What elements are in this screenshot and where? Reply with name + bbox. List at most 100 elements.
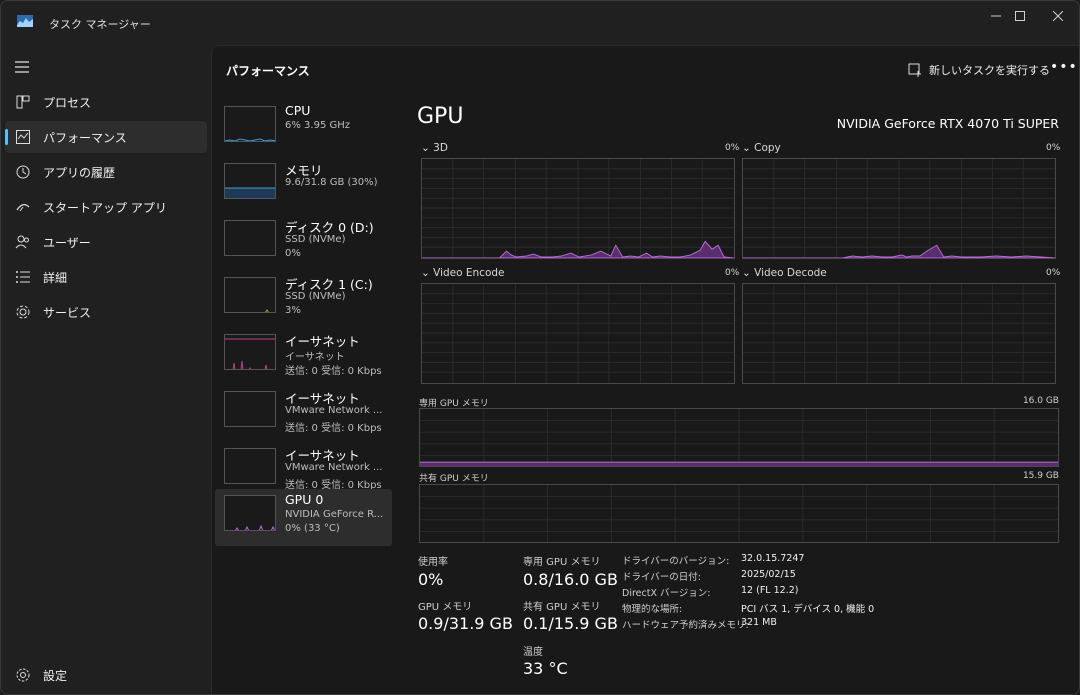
shared-memory-stat-label: 共有 GPU メモリ (523, 602, 601, 613)
processes-icon (16, 95, 30, 109)
engine-label: 3D (433, 142, 448, 154)
engine-label: Video Encode (433, 267, 505, 279)
device-usage: 0% (33 °C) (285, 523, 340, 534)
gpu-model: NVIDIA GeForce RTX 4070 Ti SUPER (836, 116, 1059, 131)
main-content: パフォーマンス 新しいタスクを実行する ••• CPU 6% 3.95 GHz … (211, 45, 1079, 694)
device-usage: 3% (285, 305, 301, 316)
close-button[interactable] (1035, 1, 1079, 31)
dedicated-memory-stat-label: 専用 GPU メモリ (523, 557, 601, 568)
driver-version-label: ドライバーのバージョン: (622, 556, 730, 567)
device-item-disk0[interactable]: ディスク 0 (D:) SSD (NVMe) 0% (215, 214, 392, 271)
engine-graph-video-decode (742, 283, 1056, 384)
device-detail: VMware Network ... (285, 462, 383, 473)
shared-memory-label: 共有 GPU メモリ (419, 474, 489, 484)
engine-selector-copy[interactable]: ⌄ Copy (742, 142, 781, 154)
nav-item-label: プロセス (43, 96, 92, 110)
device-thumbnail (224, 391, 276, 427)
device-thumbnail (224, 277, 276, 313)
device-thumbnail (224, 448, 276, 484)
device-item-ethernet-1[interactable]: イーサネット イーサネット 送信: 0 受信: 0 Kbps (215, 328, 392, 385)
nav-item-processes[interactable]: プロセス (5, 86, 207, 118)
nav-item-label: アプリの履歴 (43, 166, 116, 180)
device-throughput: 送信: 0 受信: 0 Kbps (285, 423, 382, 434)
engine-graph-video-encode (421, 283, 735, 384)
engine-percent: 0% (1046, 143, 1061, 153)
gpu-title: GPU (417, 104, 464, 129)
title-bar[interactable]: タスク マネージャー (1, 1, 1079, 45)
nav-item-settings[interactable]: 設定 (5, 659, 207, 691)
device-detail: イーサネット (285, 352, 345, 363)
run-task-icon (908, 63, 921, 77)
run-new-task-button[interactable]: 新しいタスクを実行する (908, 60, 1050, 80)
device-thumbnail (224, 220, 276, 256)
device-item-ethernet-2[interactable]: イーサネット VMware Network ... 送信: 0 受信: 0 Kb… (215, 385, 392, 442)
gpu-memory-value: 0.9/31.9 GB (418, 614, 513, 633)
nav-item-label: スタートアップ アプリ (43, 201, 167, 215)
device-item-gpu0[interactable]: GPU 0 NVIDIA GeForce R... 0% (33 °C) (215, 489, 392, 546)
window-title: タスク マネージャー (49, 18, 151, 31)
users-icon (15, 235, 29, 249)
engine-label: Video Decode (754, 267, 827, 279)
more-options-button[interactable]: ••• (1050, 59, 1078, 75)
nav-item-label: サービス (43, 306, 92, 320)
maximize-icon (1015, 11, 1025, 21)
services-icon (16, 305, 30, 319)
reserved-memory-value: 321 MB (741, 617, 777, 628)
nav-item-label: 設定 (43, 669, 68, 683)
physical-location-value: PCI バス 1, デバイス 0, 機能 0 (741, 604, 875, 615)
engine-selector-video-encode[interactable]: ⌄ Video Encode (421, 267, 505, 279)
nav-item-users[interactable]: ユーザー (5, 226, 207, 258)
close-icon (1053, 11, 1063, 21)
engine-label: Copy (754, 142, 781, 154)
engine-percent: 0% (1046, 268, 1061, 278)
dedicated-memory-stat-value: 0.8/16.0 GB (523, 570, 618, 589)
nav-item-services[interactable]: サービス (5, 296, 207, 328)
temperature-value: 33 °C (523, 659, 568, 678)
device-item-disk1[interactable]: ディスク 1 (C:) SSD (NVMe) 3% (215, 271, 392, 328)
directx-version-label: DirectX バージョン: (622, 588, 711, 599)
device-detail: NVIDIA GeForce R... (285, 509, 384, 520)
device-item-memory[interactable]: メモリ 9.6/31.8 GB (30%) (215, 157, 392, 214)
usage-label: 使用率 (418, 557, 448, 568)
engine-selector-3d[interactable]: ⌄ 3D (421, 142, 448, 154)
physical-location-label: 物理的な場所: (622, 604, 683, 615)
device-detail: SSD (NVMe) (285, 291, 346, 302)
engine-percent: 0% (725, 268, 740, 278)
device-detail: VMware Network ... (285, 405, 383, 416)
shared-memory-graph (419, 484, 1059, 543)
navigation-pane: プロセス パフォーマンス アプリの履歴 スタートアップ アプリ ユーザー 詳細 … (1, 45, 211, 694)
nav-item-details[interactable]: 詳細 (5, 261, 207, 293)
reserved-memory-label: ハードウェア予約済みメモリ: (622, 620, 749, 631)
engine-percent: 0% (725, 143, 740, 153)
task-manager-window: タスク マネージャー プロセス パフォーマンス アプリの履歴 スタートアップ ア… (0, 0, 1080, 695)
dedicated-memory-graph (419, 408, 1059, 467)
nav-item-performance[interactable]: パフォーマンス (5, 121, 207, 153)
nav-item-startup-apps[interactable]: スタートアップ アプリ (5, 191, 207, 223)
run-task-label: 新しいタスクを実行する (929, 64, 1050, 77)
device-usage: 0% (285, 248, 301, 259)
engine-graph-3d (421, 158, 735, 259)
device-name: CPU (285, 103, 311, 118)
temperature-label: 温度 (523, 647, 543, 658)
engine-graph-copy (742, 158, 1056, 259)
details-icon (16, 271, 30, 283)
nav-item-label: 詳細 (43, 271, 68, 285)
directx-version-value: 12 (FL 12.2) (741, 585, 799, 596)
hamburger-menu-icon[interactable] (15, 60, 31, 74)
device-item-cpu[interactable]: CPU 6% 3.95 GHz (215, 100, 392, 157)
device-thumbnail (224, 334, 276, 370)
driver-version-value: 32.0.15.7247 (741, 553, 805, 564)
driver-date-value: 2025/02/15 (741, 569, 796, 580)
shared-memory-max: 15.9 GB (1022, 471, 1059, 481)
dedicated-memory-max: 16.0 GB (1022, 396, 1059, 406)
gpu-memory-label: GPU メモリ (418, 602, 473, 613)
page-title: パフォーマンス (226, 64, 310, 78)
engine-selector-video-decode[interactable]: ⌄ Video Decode (742, 267, 827, 279)
nav-item-app-history[interactable]: アプリの履歴 (5, 156, 207, 188)
shared-memory-stat-value: 0.1/15.9 GB (523, 614, 618, 633)
usage-value: 0% (418, 570, 444, 589)
history-icon (16, 165, 30, 179)
device-throughput: 送信: 0 受信: 0 Kbps (285, 366, 382, 377)
nav-item-label: パフォーマンス (43, 131, 127, 145)
device-detail: 9.6/31.8 GB (30%) (285, 177, 378, 188)
